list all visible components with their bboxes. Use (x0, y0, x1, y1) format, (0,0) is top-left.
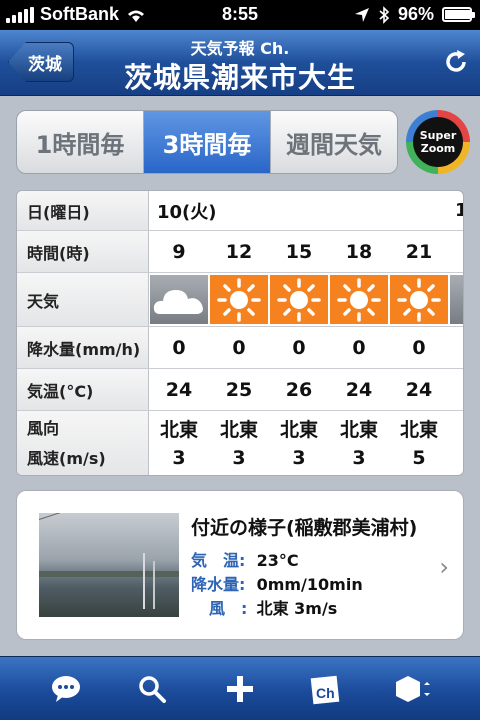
super-zoom-line2: Zoom (420, 142, 456, 155)
page-title: 茨城県潮来市大生 (123, 61, 356, 94)
super-zoom-button[interactable]: Super Zoom (406, 110, 470, 174)
header-wind-dir: 風向 (27, 419, 60, 438)
header-wind-speed: 風速(m/s) (27, 449, 106, 468)
next-day-partial: 1 (455, 191, 463, 230)
precip-cell: 0 (232, 336, 246, 359)
svg-text:Ch: Ch (316, 685, 335, 701)
wind-dir: 北東 (219, 419, 258, 441)
wind-speed: 3 (292, 447, 306, 469)
row-day: 日(曜日) 10(火) 1 (17, 191, 463, 231)
wind-cell: 北東 5 (389, 411, 449, 475)
precip-cell: 0 (412, 336, 426, 359)
nearby-title: 付近の様子(稲敷郡美浦村) (191, 517, 418, 539)
time-cell: 21 (405, 240, 433, 263)
header-time: 時間(時) (17, 231, 149, 272)
nearby-precip: 降水量: 0mm/10min (191, 571, 363, 595)
time-cell: 12 (225, 240, 253, 263)
time-cell: 15 (285, 240, 313, 263)
wind-cell: 北東 3 (149, 411, 209, 475)
interval-segmented-control: 1時間毎 3時間毎 週間天気 (16, 110, 398, 174)
precip-cell: 0 (352, 336, 366, 359)
battery-icon (442, 7, 475, 22)
tab-3-hourly[interactable]: 3時間毎 (144, 111, 271, 173)
time-cell: 9 (172, 240, 186, 263)
tab-weekly[interactable]: 週間天気 (271, 111, 397, 173)
header-weather: 天気 (17, 273, 149, 326)
wind-speed: 3 (352, 447, 366, 469)
sun-icon (330, 275, 388, 324)
header-temp: 気温(°C) (17, 369, 149, 410)
battery-percent: 96% (397, 4, 434, 24)
row-temp: 気温(°C) 24 25 26 24 24 (17, 369, 463, 411)
nearby-wind-value: 北東 3m/s (256, 599, 338, 618)
day-value: 10(火) (157, 201, 217, 223)
wind-cell: 北東 3 (269, 411, 329, 475)
nearby-conditions-panel[interactable]: 付近の様子(稲敷郡美浦村) 気 温: 23°C 降水量: 0mm/10min 風… (16, 490, 464, 640)
forecast-table[interactable]: 日(曜日) 10(火) 1 時間(時) 9 12 15 18 21 天気 降水量… (16, 190, 464, 476)
navigation-bar: 茨城 天気予報 Ch. 茨城県潮来市大生 (0, 30, 480, 96)
nearby-temp-value: 23°C (256, 551, 299, 570)
location-arrow-icon (354, 7, 369, 22)
nearby-wind-label: 風 : (209, 599, 248, 618)
wind-dir: 北東 (279, 419, 318, 441)
precip-cell: 0 (172, 336, 186, 359)
row-precip: 降水量(mm/h) 0 0 0 0 0 (17, 327, 463, 369)
temp-cell: 24 (345, 378, 373, 401)
refresh-icon[interactable] (442, 48, 470, 76)
live-camera-photo (39, 513, 179, 617)
channel-icon[interactable]: Ch (306, 669, 346, 709)
temp-cell: 24 (165, 378, 193, 401)
temp-cell: 25 (225, 378, 253, 401)
wind-speed: 3 (172, 447, 186, 469)
wind-dir: 北東 (399, 419, 438, 441)
wind-cell: 北東 3 (209, 411, 269, 475)
sun-icon (390, 275, 448, 324)
header-wind: 風向 風速(m/s) (17, 411, 149, 475)
sun-icon (270, 275, 328, 324)
wind-speed: 3 (232, 447, 246, 469)
nearby-temp-label: 気 温: (191, 551, 246, 570)
search-icon[interactable] (132, 669, 172, 709)
status-bar: SoftBank 8:55 96% (0, 0, 480, 30)
cube-menu-icon[interactable] (394, 669, 434, 709)
wind-dir: 北東 (339, 419, 378, 441)
row-weather: 天気 (17, 273, 463, 327)
time-cell: 18 (345, 240, 373, 263)
precip-cell: 0 (292, 336, 306, 359)
nearby-temp: 気 温: 23°C (191, 547, 299, 571)
wind-dir: 北東 (159, 419, 198, 441)
cloud-icon (450, 275, 463, 324)
bluetooth-icon (379, 5, 390, 24)
row-wind: 風向 風速(m/s) 北東 3 北東 3 北東 3 北東 3 北東 5 北 (17, 411, 463, 475)
add-icon[interactable] (220, 669, 260, 709)
nearby-precip-value: 0mm/10min (256, 575, 363, 594)
nearby-wind: 風 : 北東 3m/s (191, 595, 337, 619)
row-time: 時間(時) 9 12 15 18 21 (17, 231, 463, 273)
header-day: 日(曜日) (17, 191, 149, 230)
wind-speed: 5 (412, 447, 426, 469)
nearby-precip-label: 降水量: (191, 575, 246, 594)
header-precip: 降水量(mm/h) (17, 327, 149, 368)
sun-icon (210, 275, 268, 324)
tab-hourly[interactable]: 1時間毎 (17, 111, 144, 173)
cloud-icon (150, 275, 208, 324)
super-zoom-line1: Super (419, 129, 457, 142)
wind-cell: 北東 3 (329, 411, 389, 475)
temp-cell: 26 (285, 378, 313, 401)
tab-bar: Ch (0, 656, 480, 720)
temp-cell: 24 (405, 378, 433, 401)
wind-cell-partial: 北 (449, 411, 463, 475)
chevron-right-icon: › (439, 553, 449, 581)
chat-icon[interactable] (46, 669, 86, 709)
